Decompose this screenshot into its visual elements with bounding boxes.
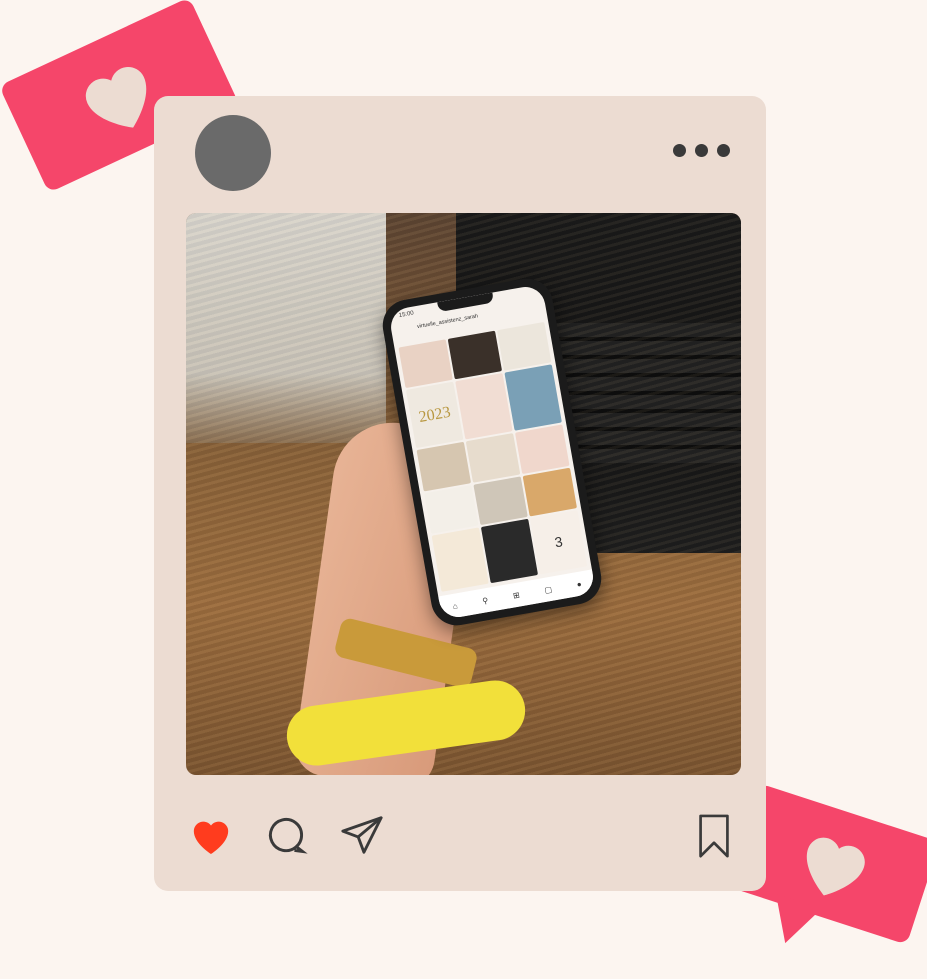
profile-grid: 2023 3	[398, 321, 588, 592]
grid-tile	[416, 442, 472, 492]
bubble-tail	[762, 893, 822, 951]
profile-username: virtuelle_assistenz_sarah	[416, 313, 479, 331]
heart-filled-icon[interactable]	[188, 814, 234, 856]
grid-tile	[522, 467, 577, 517]
bookmark-icon[interactable]	[696, 814, 732, 860]
grid-tile	[473, 475, 528, 525]
grid-tile	[504, 364, 562, 432]
search-icon: ⚲	[481, 595, 489, 606]
ellipsis-dot	[695, 144, 708, 157]
home-icon: ⌂	[452, 600, 459, 611]
comment-icon[interactable]	[264, 813, 308, 857]
grid-tile	[480, 518, 539, 584]
add-icon: ⊞	[512, 589, 521, 600]
status-time: 15:00	[398, 310, 415, 320]
grid-tile	[447, 330, 503, 380]
grid-tile-year: 2023	[405, 381, 464, 449]
grid-tile	[424, 484, 479, 534]
grid-tile-number: 3	[530, 509, 588, 575]
grid-tile	[455, 373, 513, 440]
grid-tile	[398, 339, 453, 389]
send-icon[interactable]	[338, 812, 386, 858]
profile-icon: ●	[575, 579, 583, 589]
shop-icon: ▢	[543, 584, 553, 595]
post-card: 15:00 virtuelle_assistenz_sarah 2023 3 ⌂…	[154, 96, 766, 891]
grid-tile	[515, 424, 570, 474]
post-actions	[188, 812, 386, 858]
avatar[interactable]	[195, 115, 271, 191]
grid-tile	[431, 527, 489, 592]
grid-tile	[465, 433, 521, 483]
grid-tile	[496, 321, 552, 371]
post-image[interactable]: 15:00 virtuelle_assistenz_sarah 2023 3 ⌂…	[186, 213, 741, 775]
ellipsis-dot	[673, 144, 686, 157]
more-options-button[interactable]	[673, 144, 730, 157]
heart-icon	[806, 837, 865, 896]
ellipsis-dot	[717, 144, 730, 157]
